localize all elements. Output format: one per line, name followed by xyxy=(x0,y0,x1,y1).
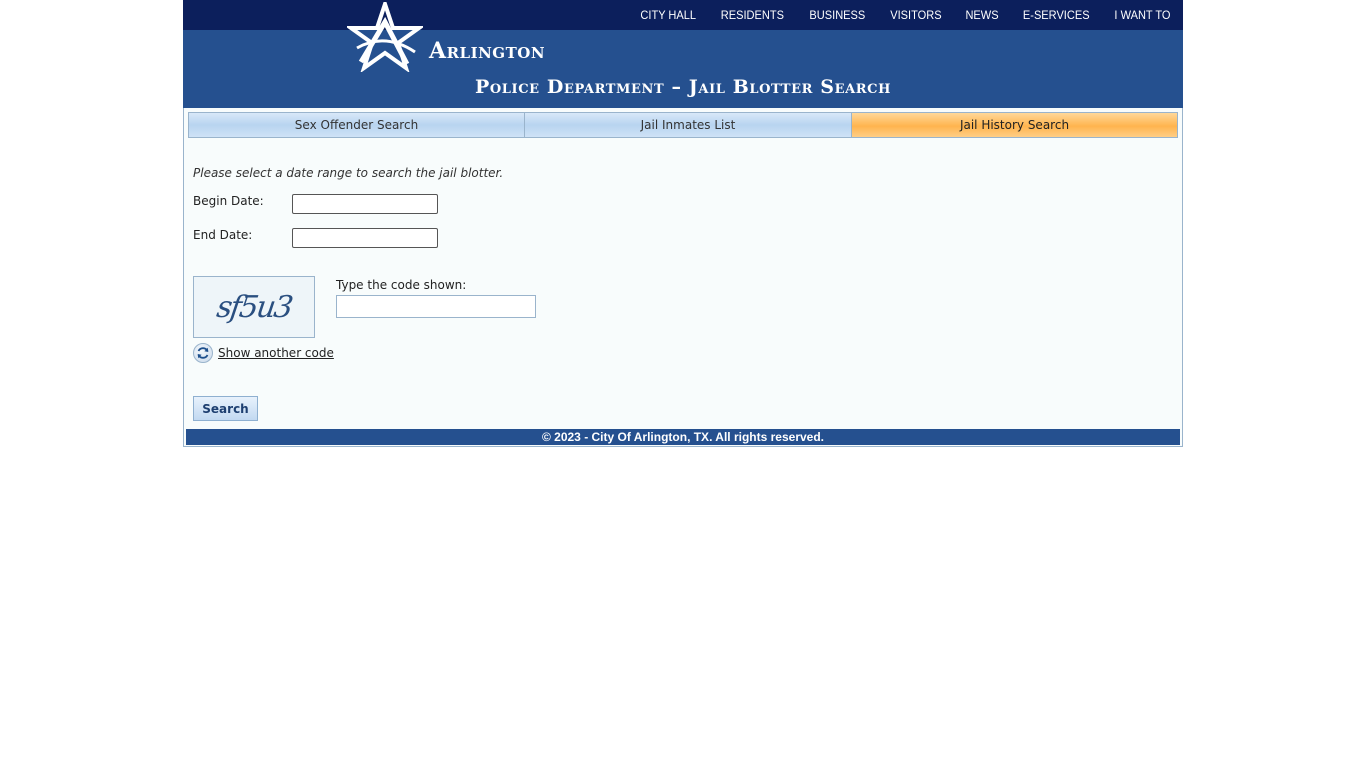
nav-visitors[interactable]: VISITORS xyxy=(890,8,941,22)
tab-jail-history-search[interactable]: Jail History Search xyxy=(852,113,1177,137)
nav-i-want-to[interactable]: I WANT TO xyxy=(1115,8,1171,22)
copyright-text: © 2023 - City Of Arlington, TX. All righ… xyxy=(541,430,824,444)
begin-date-input[interactable] xyxy=(292,194,438,214)
captcha-code-input[interactable] xyxy=(336,295,536,318)
main-content: Sex Offender Search Jail Inmates List Ja… xyxy=(183,108,1183,447)
search-button[interactable]: Search xyxy=(193,396,258,421)
footer: © 2023 - City Of Arlington, TX. All righ… xyxy=(186,429,1180,445)
star-logo-icon[interactable] xyxy=(344,0,426,75)
show-another-code-link[interactable]: Show another code xyxy=(218,346,334,360)
nav-e-services[interactable]: E-SERVICES xyxy=(1023,8,1090,22)
page-title: Police Department – Jail Blotter Search xyxy=(474,76,892,98)
top-nav: CITY HALL RESIDENTS BUSINESS VISITORS NE… xyxy=(618,0,1173,30)
show-another-code[interactable]: Show another code xyxy=(193,343,334,363)
form-instructions: Please select a date range to search the… xyxy=(193,166,504,180)
nav-news[interactable]: NEWS xyxy=(965,8,998,22)
end-date-label: End Date: xyxy=(193,228,253,242)
site-header: CITY HALL RESIDENTS BUSINESS VISITORS NE… xyxy=(183,0,1183,108)
tab-jail-inmates-list[interactable]: Jail Inmates List xyxy=(525,113,852,137)
nav-business[interactable]: BUSINESS xyxy=(810,8,866,22)
nav-residents[interactable]: RESIDENTS xyxy=(721,8,784,22)
page: CITY HALL RESIDENTS BUSINESS VISITORS NE… xyxy=(183,0,1183,447)
nav-city-hall[interactable]: CITY HALL xyxy=(640,8,696,22)
captcha-image: sf5u3 xyxy=(193,276,315,338)
city-name: Arlington xyxy=(429,38,546,64)
tab-bar: Sex Offender Search Jail Inmates List Ja… xyxy=(188,112,1178,138)
captcha-code: sf5u3 xyxy=(214,289,294,325)
end-date-input[interactable] xyxy=(292,228,438,248)
captcha-code-label: Type the code shown: xyxy=(336,278,467,292)
refresh-icon[interactable] xyxy=(193,343,213,363)
tab-sex-offender-search[interactable]: Sex Offender Search xyxy=(189,113,525,137)
top-bar: CITY HALL RESIDENTS BUSINESS VISITORS NE… xyxy=(183,0,1183,30)
begin-date-label: Begin Date: xyxy=(193,194,264,208)
